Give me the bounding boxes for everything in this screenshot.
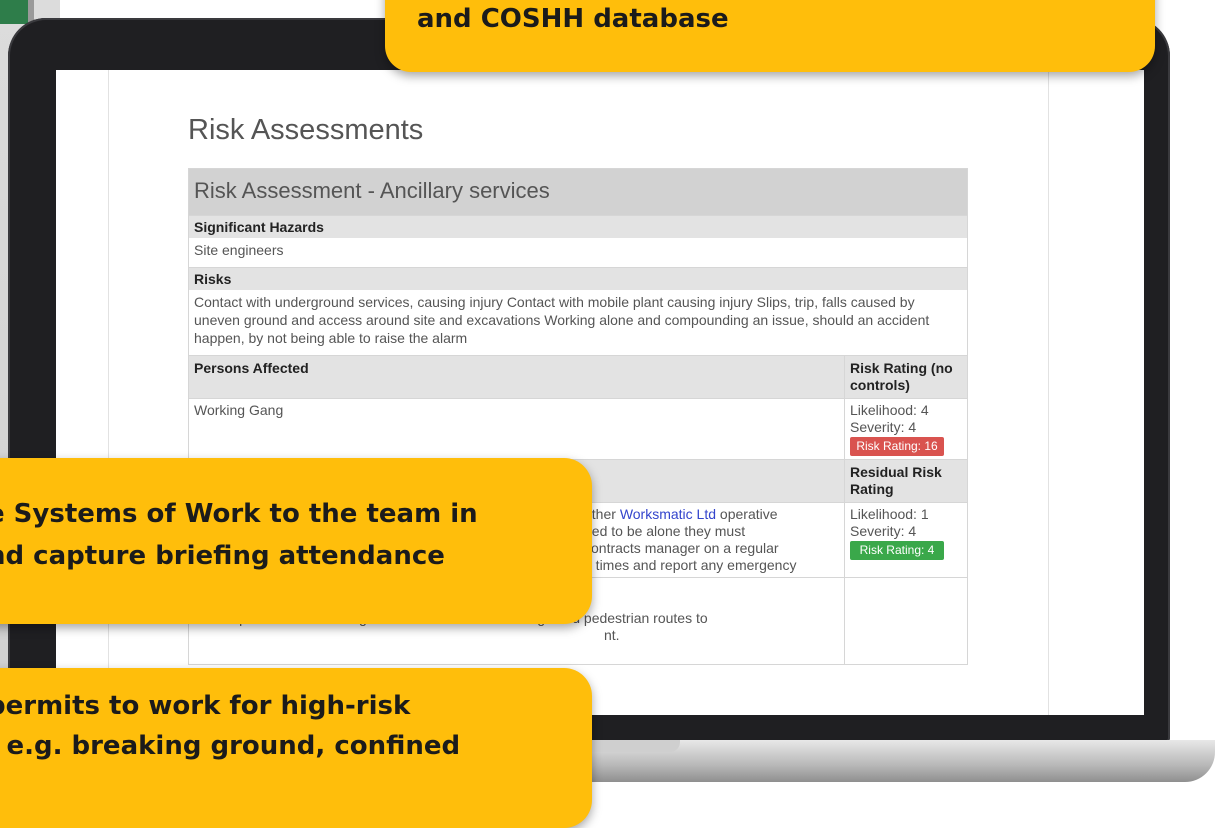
callout-bottom: permits to work for high-risk : e.g. bre… [0,668,592,828]
initial-risk-badge: Risk Rating: 16 [850,437,944,456]
callout-bottom-line-2: : e.g. breaking ground, confined [0,731,461,761]
callout-middle-line-2: nd capture briefing attendance [0,541,445,571]
page-title: Risk Assessments [188,114,424,146]
persons-affected-row: Working Gang Likelihood: 4 Severity: 4 R… [189,398,967,459]
risks-value: Contact with underground services, causi… [194,294,930,346]
risks-label: Risks [189,267,967,290]
risk-rating-label: Risk Rating (no controls) [844,356,967,398]
significant-hazards-value: Site engineers [194,242,284,258]
laptop-bezel: Risk Assessments Risk Assessment - Ancil… [8,18,1170,742]
controls-line-7: nt. [604,627,620,643]
significant-hazards-label: Significant Hazards [189,215,967,238]
residual-likelihood: Likelihood: 1 [850,506,929,522]
persons-affected-label: Persons Affected [189,356,844,398]
initial-severity: Severity: 4 [850,419,917,435]
persons-affected-header-row: Persons Affected Risk Rating (no control… [189,355,967,398]
callout-bottom-line-1: permits to work for high-risk [0,691,411,721]
controls-text-part: operative [716,506,778,522]
initial-likelihood: Likelihood: 4 [850,402,929,418]
risk-assessment-heading: Risk Assessment - Ancillary services [189,169,967,215]
empty-side-cell [844,578,967,664]
page-border-right [1048,70,1049,715]
initial-risk-cell: Likelihood: 4 Severity: 4 Risk Rating: 1… [844,399,967,459]
callout-top-text: and COSHH database [417,4,729,34]
controls-line-2: eed to be alone they must [584,523,746,539]
residual-risk-cell: Likelihood: 1 Severity: 4 Risk Rating: 4 [844,503,967,577]
background-green-block [0,0,28,24]
residual-risk-badge: Risk Rating: 4 [850,541,944,560]
persons-affected-value: Working Gang [194,402,284,418]
residual-severity: Severity: 4 [850,523,917,539]
residual-risk-label: Residual Risk Rating [844,460,967,502]
company-link[interactable]: Worksmatic Ltd [620,506,716,522]
controls-line-1: other Worksmatic Ltd operative [584,506,839,523]
controls-line-4: d times and report any emergency [584,557,797,573]
callout-middle: e Systems of Work to the team in nd capt… [0,458,592,624]
callout-middle-line-1: e Systems of Work to the team in [0,499,478,529]
controls-line-3: contracts manager on a regular [584,540,779,556]
callout-top: and COSHH database [385,0,1155,72]
